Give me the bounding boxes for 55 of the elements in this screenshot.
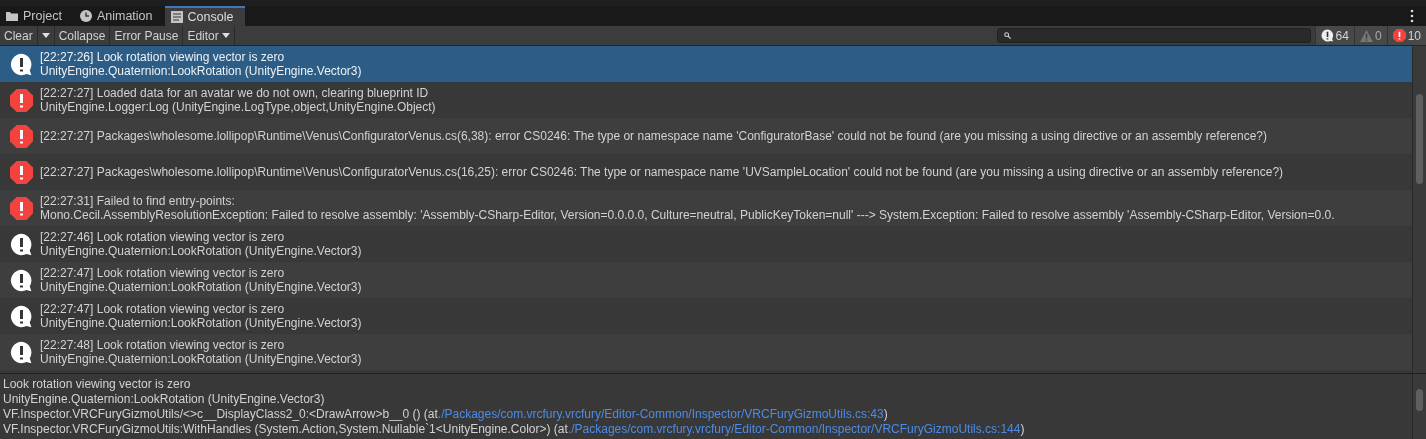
info-message-icon [1320, 29, 1334, 42]
search-icon [1003, 32, 1011, 39]
search-field[interactable] [996, 28, 1311, 43]
scrollbar[interactable] [1412, 46, 1426, 373]
info-message-icon [10, 304, 33, 328]
log-text: [22:27:31] Failed to find entry-points: [40, 194, 236, 208]
log-text: UnityEngine.Quaternion:LookRotation (UnityEngine.Vector3) [40, 352, 362, 366]
tab[interactable]: Project [0, 6, 74, 26]
error-count-toggle[interactable]: 10 [1386, 26, 1426, 45]
log-text: [22:27:27] Packages\wholesome.lollipop\Runtime\Venus\ConfiguratorVenus.cs(16,25): error CS0246: The type or namespace name 'UVSampleLocation' could not be found (are you missing a using directive or an assembly reference?) [40, 165, 1284, 179]
error-icon [10, 124, 33, 148]
log-entry[interactable]: [22:27:26] Look rotation viewing vector is zero UnityEngine.Quaternion:LookRotation (UnityEngine.Vector3) [0, 46, 1412, 82]
caret-icon [221, 33, 230, 38]
scrollbar[interactable] [1412, 374, 1426, 439]
error-icon [10, 88, 33, 112]
error-icon [10, 196, 33, 220]
log-entry[interactable]: [22:27:48] Look rotation viewing vector is zero UnityEngine.Quaternion:LookRotation (UnityEngine.Vector3) [0, 334, 1412, 370]
info-message-icon [10, 268, 33, 292]
log-text: [22:27:27] Packages\wholesome.lollipop\Runtime\Venus\ConfiguratorVenus.cs(6,38): error CS0246: The type or namespace name 'ConfiguratorBase' could not be found (are you missing a using directive or an assembly reference?) [40, 129, 1268, 143]
log-text: UnityEngine.Logger:Log (UnityEngine.LogType,object,UnityEngine.Object) [40, 100, 436, 114]
log-entry[interactable] [0, 118, 1412, 154]
stack-trace-line: VF.Inspector.VRCFuryGizmoUtils/<>c__DisplayClass2_0:<DrawArrow>b__0 () (at./Packages/com.vrcfury.vrcfury/Editor-Common/Inspector/VRCFuryGizmoUtils.cs:43) [3, 407, 889, 422]
tab[interactable]: Animation [73, 6, 165, 26]
stack-trace-line: UnityEngine.Quaternion:LookRotation (UnityEngine.Vector3) [3, 392, 326, 407]
log-text: [22:27:47] Look rotation viewing vector is zero [40, 266, 286, 280]
log-entry[interactable]: [22:27:47] Look rotation viewing vector is zero UnityEngine.Quaternion:LookRotation (UnityEngine.Vector3) [0, 262, 1412, 298]
clock-icon [79, 10, 92, 22]
log-text: [22:27:48] Look rotation viewing vector is zero [40, 338, 286, 352]
log-entry[interactable] [0, 190, 1412, 226]
log-text: [22:27:26] Look rotation viewing vector is zero [40, 50, 286, 64]
source-link[interactable]: ./Packages/com.vrcfury.vrcfury/Editor-Common/Inspector/VRCFuryGizmoUtils.cs:43 [437, 407, 884, 421]
stack-trace-line: VF.Inspector.VRCFuryGizmoUtils:WithHandles (System.Action,System.Nullable`1<UnityEngine.Color>) (at./Packages/com.vrcfury.vrcfury/Editor-Common/Inspector/VRCFuryGizmoUtils.cs:144) [3, 422, 1026, 437]
log-text: UnityEngine.Quaternion:LookRotation (UnityEngine.Vector3) [40, 244, 362, 258]
error-icon [1392, 29, 1406, 42]
info-message-icon [10, 340, 33, 364]
more-options-icon[interactable] [1410, 9, 1414, 23]
log-text: [22:27:27] Loaded data for an avatar we do not own, clearing blueprint ID [40, 86, 430, 100]
stack-trace-line: Look rotation viewing vector is zero [3, 377, 192, 392]
folder-icon [6, 10, 18, 22]
warning-icon [1359, 29, 1373, 42]
log-text: Mono.Cecil.AssemblyResolutionException: Failed to resolve assembly: 'Assembly-CSharp-Editor, Version=0.0.0.0, Culture=neutral, PublicKeyToken=null' ---> System.Exception: Failed to resolve assembly 'Assembly-CSharp-Editor, Version=0.0. [40, 208, 1335, 222]
log-text: [22:27:47] Look rotation viewing vector is zero [40, 302, 286, 316]
log-count-toggle[interactable]: 64 [1314, 26, 1354, 45]
source-link[interactable]: ./Packages/com.vrcfury.vrcfury/Editor-Common/Inspector/VRCFuryGizmoUtils.cs:144 [567, 422, 1021, 436]
log-text: UnityEngine.Quaternion:LookRotation (UnityEngine.Vector3) [40, 316, 362, 330]
console-icon [170, 11, 183, 23]
warning-count-toggle[interactable]: 0 [1353, 26, 1387, 45]
info-message-icon [10, 232, 33, 256]
info-message-icon [10, 52, 33, 76]
error-icon [10, 160, 33, 184]
tab[interactable]: Console [164, 6, 246, 26]
log-text: [22:27:46] Look rotation viewing vector is zero [40, 230, 286, 244]
log-text: UnityEngine.Quaternion:LookRotation (UnityEngine.Vector3) [40, 280, 362, 294]
caret-icon [41, 33, 50, 38]
log-text: UnityEngine.Quaternion:LookRotation (UnityEngine.Vector3) [40, 64, 362, 78]
